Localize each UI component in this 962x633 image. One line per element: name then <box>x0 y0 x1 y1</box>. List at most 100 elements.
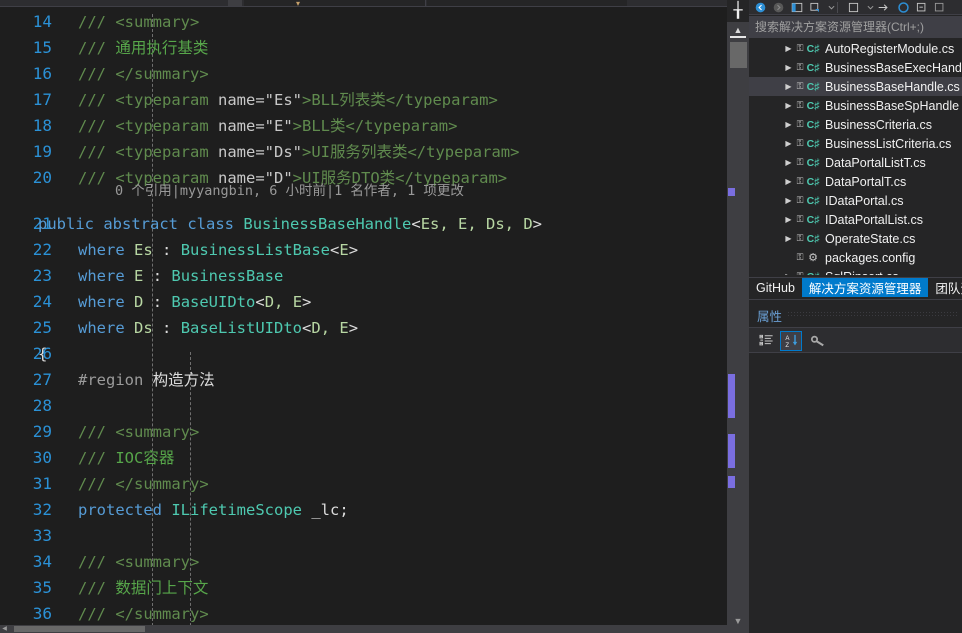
split-editor-button[interactable]: ╁ <box>727 0 749 22</box>
expand-arrow-icon[interactable]: ▶ <box>782 177 795 186</box>
tree-item[interactable]: ▶ ⚿ C♯ AutoRegisterModule.cs <box>749 39 962 58</box>
code-line[interactable]: 35 /// 数据门上下文 <box>0 575 712 601</box>
code-line[interactable]: 18 /// <typeparam name="E">BLL类</typepara… <box>0 113 712 139</box>
expand-arrow-icon[interactable]: ▶ <box>782 63 795 72</box>
properties-toolbar[interactable]: A Z <box>749 328 962 353</box>
codelens-info[interactable]: 0 个引用|myyangbin, 6 小时前|1 名作者, 1 项更改 <box>115 181 464 201</box>
dock-tab-strip[interactable]: GitHub解决方案资源管理器团队资 <box>749 277 962 297</box>
tree-item[interactable]: ▶ ⚿ C♯ DataPortalT.cs <box>749 172 962 191</box>
expand-arrow-icon[interactable]: ▶ <box>782 253 795 262</box>
scroll-down-arrow-icon[interactable]: ▼ <box>727 615 749 629</box>
code-line[interactable]: 26{ <box>0 341 712 367</box>
vertical-scroll-thumb[interactable] <box>730 42 747 68</box>
solution-explorer-search-wrap[interactable] <box>749 16 962 38</box>
solution-explorer-tree[interactable]: ▶ ⚿ C♯ AutoRegisterModule.cs ▶ ⚿ C♯ BusinessBas… <box>749 39 962 275</box>
dock-tab[interactable]: 团队资 <box>928 278 962 297</box>
active-tab-remnant[interactable] <box>244 0 426 6</box>
code-line[interactable]: 30 /// IOC容器 <box>0 445 712 471</box>
code-line[interactable]: 28 <box>0 393 712 419</box>
code-line[interactable]: 33 <box>0 523 712 549</box>
code-token: "E" <box>264 117 293 135</box>
tree-item[interactable]: ▶ ⚿ C♯ BusinessListCriteria.cs <box>749 134 962 153</box>
expand-arrow-icon[interactable]: ▶ <box>782 120 795 129</box>
back-icon[interactable] <box>752 0 769 14</box>
code-surface[interactable]: 14 /// <summary> 15 /// 通用执行基类 16 /// </summa… <box>0 7 712 625</box>
panel-drag-grip[interactable] <box>787 311 958 317</box>
alphabetical-sort-button[interactable]: A Z <box>780 331 802 351</box>
tree-item[interactable]: ▶ ⚿ C♯ IDataPortalList.cs <box>749 210 962 229</box>
categorized-button[interactable] <box>755 331 777 351</box>
expand-arrow-icon[interactable]: ▶ <box>782 215 795 224</box>
code-line[interactable]: 15 /// 通用执行基类 <box>0 35 712 61</box>
solution-explorer-toolbar[interactable] <box>749 0 962 15</box>
code-line[interactable]: 16 /// </summary> <box>0 61 712 87</box>
code-line[interactable]: 29 /// <summary> <box>0 419 712 445</box>
expand-arrow-icon[interactable]: ▶ <box>782 139 795 148</box>
code-line[interactable]: 27 #region 构造方法 <box>0 367 712 393</box>
code-token: 通用执行基类 <box>115 39 209 57</box>
horizontal-scrollbar[interactable]: ◀ <box>0 625 727 633</box>
code-line[interactable]: 34 /// <summary> <box>0 549 712 575</box>
code-token: : <box>152 241 181 259</box>
code-line[interactable]: 14 /// <summary> <box>0 9 712 35</box>
code-line[interactable]: 24 where D : BaseUIDto<D, E> <box>0 289 712 315</box>
code-line[interactable]: 21 public abstract class BusinessBaseHand… <box>0 211 712 237</box>
lock-icon: ⚿ <box>796 138 804 148</box>
tree-item[interactable]: ▶ ⚿ C♯ IDataPortal.cs <box>749 191 962 210</box>
code-line[interactable]: 36 /// </summary> <box>0 601 712 625</box>
vertical-scrollbar[interactable]: ╁ ▲ ▼ <box>727 0 749 633</box>
search-input[interactable] <box>753 18 958 36</box>
home-icon[interactable] <box>788 0 805 14</box>
dock-tab[interactable]: GitHub <box>749 278 802 297</box>
forward-icon[interactable] <box>770 0 787 14</box>
refresh-icon[interactable] <box>895 0 912 14</box>
code-token: D <box>134 293 144 311</box>
tree-item[interactable]: ▶ ⚿ C♯ BusinessBaseHandle.cs <box>749 77 962 96</box>
expand-arrow-icon[interactable]: ▶ <box>782 101 795 110</box>
tree-item[interactable]: ▶ ⚿ C♯ BusinessBaseSpHandle <box>749 96 962 115</box>
tree-item[interactable]: ▶⚿C♯ SqlRinsert.cs <box>749 267 962 276</box>
code-editor-pane[interactable]: ▾ 14 /// <summary> 15 /// 通用执行基类 16 /// </sum… <box>0 0 727 633</box>
tree-item[interactable]: ▶⚿ ⚙ packages.config <box>749 248 962 267</box>
tab-remnant-right[interactable] <box>427 0 627 6</box>
code-token: E <box>134 267 144 285</box>
show-all-files-icon[interactable] <box>875 0 892 14</box>
tree-item[interactable]: ▶ ⚿ C♯ DataPortalListT.cs <box>749 153 962 172</box>
horizontal-scroll-thumb[interactable] <box>14 626 145 632</box>
code-line[interactable]: 32 protected ILifetimeScope _lc; <box>0 497 712 523</box>
code-token: "Es" <box>264 91 302 109</box>
code-line[interactable]: 17 /// <typeparam name="Es">BLL列表类</typep… <box>0 87 712 113</box>
view-code-icon[interactable] <box>931 0 948 14</box>
code-token: </summary> <box>115 475 209 493</box>
code-line[interactable]: 31 /// </summary> <box>0 471 712 497</box>
tree-item[interactable]: ▶ ⚿ C♯ BusinessBaseExecHand <box>749 58 962 77</box>
change-marker <box>728 374 735 418</box>
code-line[interactable]: 22 where Es : BusinessListBase<E> <box>0 237 712 263</box>
csharp-file-icon: C♯ <box>806 80 820 93</box>
code-token: >BLL类</typeparam> <box>292 117 458 135</box>
expand-arrow-icon[interactable]: ▶ <box>782 82 795 91</box>
dock-tab[interactable]: 解决方案资源管理器 <box>801 278 929 297</box>
tab-remnant-left[interactable] <box>228 0 242 6</box>
expand-arrow-icon[interactable]: ▶ <box>782 44 795 53</box>
collapse-all-icon[interactable] <box>913 0 930 14</box>
tab-overflow-remnant[interactable] <box>630 0 670 6</box>
pending-changes-icon[interactable] <box>806 0 823 14</box>
expand-arrow-icon[interactable]: ▶ <box>782 196 795 205</box>
expand-arrow-icon[interactable]: ▶ <box>782 272 795 275</box>
code-token: public <box>38 215 94 233</box>
code-line[interactable]: 23 where E : BusinessBase <box>0 263 712 289</box>
code-line[interactable]: 19 /// <typeparam name="Ds">UI服务列表类</type… <box>0 139 712 165</box>
caret-icon: ▾ <box>296 0 301 8</box>
wrench-icon[interactable] <box>807 331 829 351</box>
code-token: = <box>255 117 265 135</box>
properties-grid[interactable] <box>749 353 962 633</box>
expand-arrow-icon[interactable]: ▶ <box>782 234 795 243</box>
scroll-left-arrow-icon[interactable]: ◀ <box>1 626 8 632</box>
code-line[interactable]: 25 where Ds : BaseListUIDto<D, E> <box>0 315 712 341</box>
tree-item[interactable]: ▶ ⚿ C♯ BusinessCriteria.cs <box>749 115 962 134</box>
properties-icon[interactable] <box>845 0 862 14</box>
tree-item[interactable]: ▶ ⚿ C♯ OperateState.cs <box>749 229 962 248</box>
lock-icon: ⚿ <box>796 195 804 205</box>
expand-arrow-icon[interactable]: ▶ <box>782 158 795 167</box>
